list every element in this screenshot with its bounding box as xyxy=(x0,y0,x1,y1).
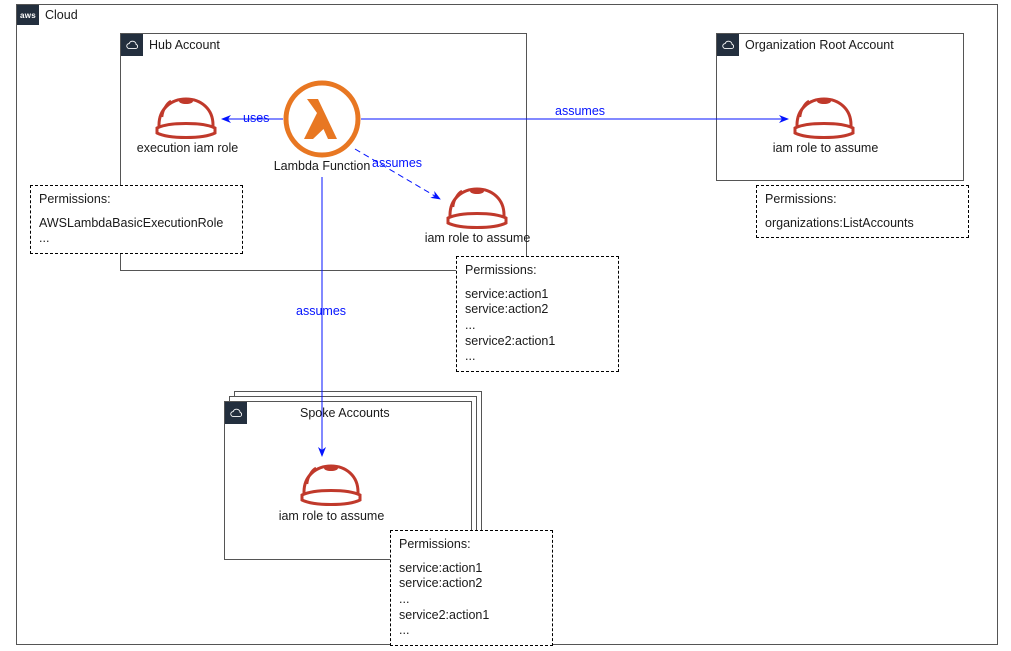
execution-iam-role-label: execution iam role xyxy=(130,142,245,156)
spoke-role-label: iam role to assume xyxy=(274,510,389,524)
exec-role-permissions-box: Permissions: AWSLambdaBasicExecutionRole… xyxy=(30,185,243,254)
iam-role-hardhat-icon xyxy=(300,462,362,507)
aws-logo-badge: aws xyxy=(17,5,39,25)
permissions-header: Permissions: xyxy=(465,263,610,279)
cloud-icon xyxy=(225,402,247,424)
org-role-label: iam role to assume xyxy=(768,142,883,156)
lambda-function-label: Lambda Function xyxy=(270,160,374,174)
edge-label-assumes-spoke: assumes xyxy=(296,304,346,318)
edge-label-uses: uses xyxy=(243,111,269,125)
cloud-label: Cloud xyxy=(45,8,78,22)
permissions-header: Permissions: xyxy=(765,192,960,208)
iam-role-hardhat-icon xyxy=(155,95,217,140)
lambda-function-icon xyxy=(283,80,361,158)
iam-role-hardhat-icon xyxy=(793,95,855,140)
permissions-header: Permissions: xyxy=(399,537,544,553)
spoke-role-permissions-box: Permissions: service:action1 service:act… xyxy=(390,530,553,646)
edge-label-assumes-hub: assumes xyxy=(372,156,422,170)
permissions-body: service:action1 service:action2 ... serv… xyxy=(465,287,610,365)
permissions-body: organizations:ListAccounts xyxy=(765,216,960,232)
cloud-icon xyxy=(121,34,143,56)
hub-assume-role-label: iam role to assume xyxy=(420,232,535,246)
hub-account-title: Hub Account xyxy=(149,38,220,52)
cloud-icon xyxy=(717,34,739,56)
org-root-account-title: Organization Root Account xyxy=(745,38,894,52)
permissions-header: Permissions: xyxy=(39,192,234,208)
spoke-account-title: Spoke Accounts xyxy=(300,406,390,420)
org-role-permissions-box: Permissions: organizations:ListAccounts xyxy=(756,185,969,238)
permissions-body: service:action1 service:action2 ... serv… xyxy=(399,561,544,639)
iam-role-hardhat-icon xyxy=(446,185,508,230)
hub-assume-role-permissions-box: Permissions: service:action1 service:act… xyxy=(456,256,619,372)
edge-label-assumes-org: assumes xyxy=(555,104,605,118)
permissions-body: AWSLambdaBasicExecutionRole ... xyxy=(39,216,234,247)
